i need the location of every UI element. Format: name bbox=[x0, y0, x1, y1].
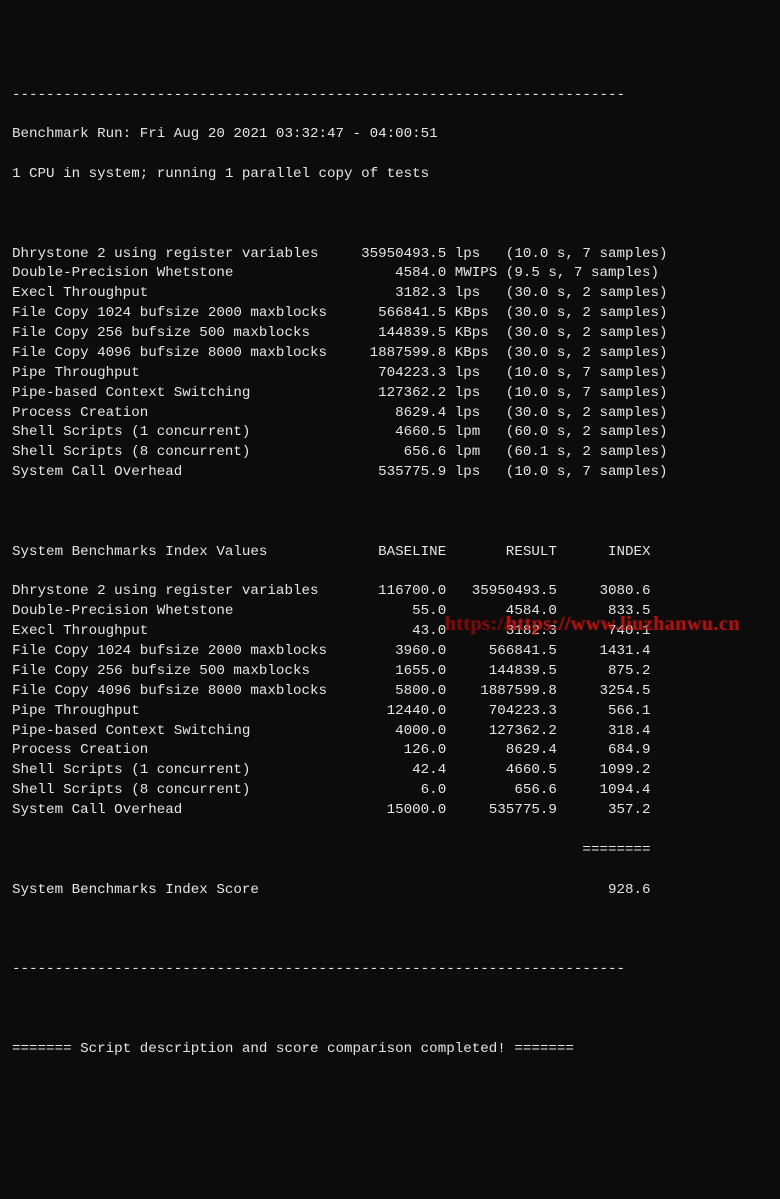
index-row: Execl Throughput 43.0 3182.3 740.1 bbox=[12, 622, 768, 642]
test-row: Pipe-based Context Switching 127362.2 lp… bbox=[12, 384, 768, 404]
index-row: File Copy 4096 bufsize 8000 maxblocks 58… bbox=[12, 682, 768, 702]
test-row: Shell Scripts (1 concurrent) 4660.5 lpm … bbox=[12, 423, 768, 443]
test-row: System Call Overhead 535775.9 lps (10.0 … bbox=[12, 463, 768, 483]
index-row: Process Creation 126.0 8629.4 684.9 bbox=[12, 741, 768, 761]
test-row: File Copy 1024 bufsize 2000 maxblocks 56… bbox=[12, 304, 768, 324]
test-row: Execl Throughput 3182.3 lps (30.0 s, 2 s… bbox=[12, 284, 768, 304]
footer-line: ======= Script description and score com… bbox=[12, 1040, 768, 1060]
test-row: Pipe Throughput 704223.3 lps (10.0 s, 7 … bbox=[12, 364, 768, 384]
separator-bottom: ----------------------------------------… bbox=[12, 960, 768, 980]
index-header-row: System Benchmarks Index Values BASELINE … bbox=[12, 543, 768, 563]
index-row: Shell Scripts (8 concurrent) 6.0 656.6 1… bbox=[12, 781, 768, 801]
test-row: Dhrystone 2 using register variables 359… bbox=[12, 245, 768, 265]
index-row: File Copy 1024 bufsize 2000 maxblocks 39… bbox=[12, 642, 768, 662]
test-row: Shell Scripts (8 concurrent) 656.6 lpm (… bbox=[12, 443, 768, 463]
score-separator: ======== bbox=[12, 841, 768, 861]
test-row: Process Creation 8629.4 lps (30.0 s, 2 s… bbox=[12, 404, 768, 424]
index-block: Dhrystone 2 using register variables 116… bbox=[12, 582, 768, 821]
index-row: Double-Precision Whetstone 55.0 4584.0 8… bbox=[12, 602, 768, 622]
test-row: File Copy 4096 bufsize 8000 maxblocks 18… bbox=[12, 344, 768, 364]
index-row: File Copy 256 bufsize 500 maxblocks 1655… bbox=[12, 662, 768, 682]
test-row: File Copy 256 bufsize 500 maxblocks 1448… bbox=[12, 324, 768, 344]
blank-line bbox=[12, 503, 768, 523]
tests-block: Dhrystone 2 using register variables 359… bbox=[12, 245, 768, 484]
benchmark-run-line: Benchmark Run: Fri Aug 20 2021 03:32:47 … bbox=[12, 125, 768, 145]
test-row: Double-Precision Whetstone 4584.0 MWIPS … bbox=[12, 264, 768, 284]
score-line: System Benchmarks Index Score 928.6 bbox=[12, 881, 768, 901]
index-row: Shell Scripts (1 concurrent) 42.4 4660.5… bbox=[12, 761, 768, 781]
separator-top: ----------------------------------------… bbox=[12, 86, 768, 106]
cpu-info-line: 1 CPU in system; running 1 parallel copy… bbox=[12, 165, 768, 185]
blank-line bbox=[12, 205, 768, 225]
blank-line bbox=[12, 920, 768, 940]
index-row: Pipe Throughput 12440.0 704223.3 566.1 bbox=[12, 702, 768, 722]
index-row: Pipe-based Context Switching 4000.0 1273… bbox=[12, 722, 768, 742]
blank-line bbox=[12, 1000, 768, 1020]
index-row: Dhrystone 2 using register variables 116… bbox=[12, 582, 768, 602]
index-row: System Call Overhead 15000.0 535775.9 35… bbox=[12, 801, 768, 821]
